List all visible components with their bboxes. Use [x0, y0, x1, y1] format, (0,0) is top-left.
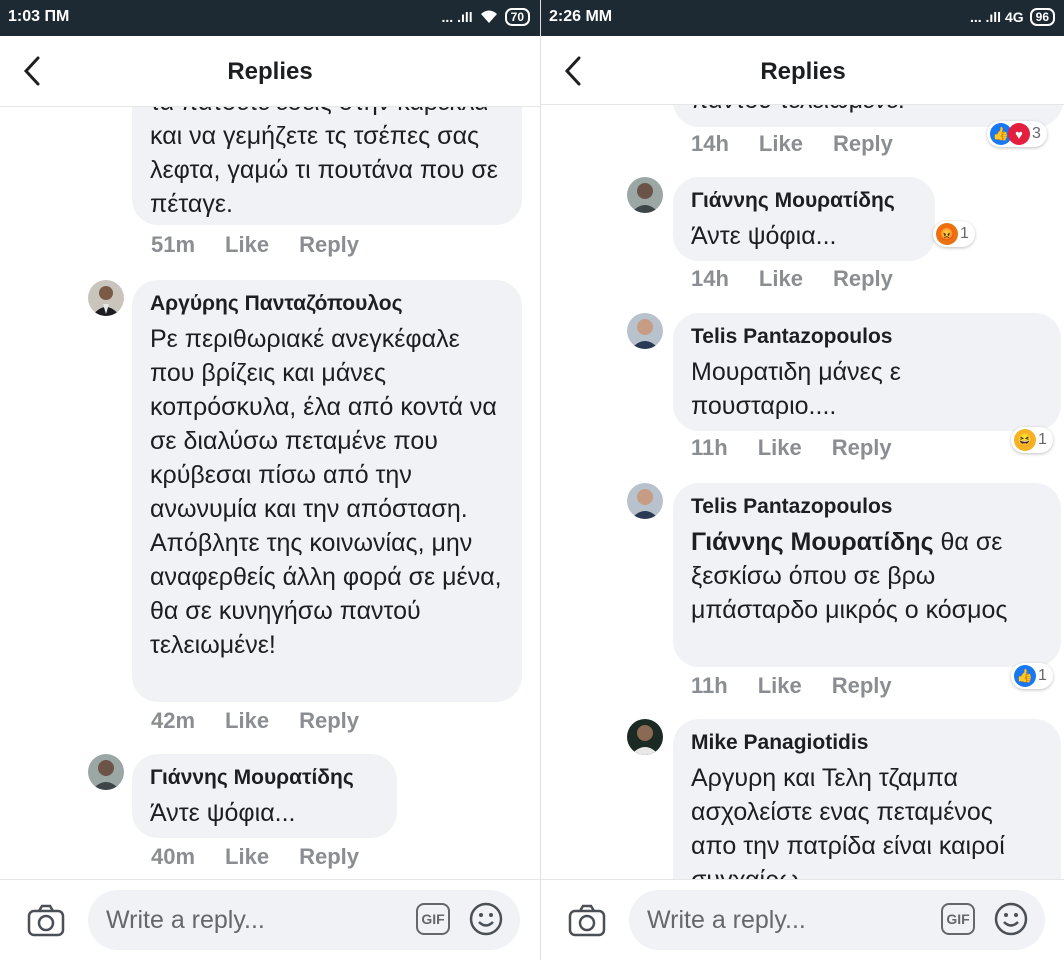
comment-time: 51m [151, 232, 196, 257]
comment-time: 14h [691, 131, 729, 156]
comment-text: τα πάτσετε εσείς στην καρέκλα και να γεμ… [150, 107, 498, 218]
comment-bubble: Telis Pantazopoulos Γιάννης Μουρατίδης θ… [673, 483, 1061, 667]
comment-time: 42m [151, 708, 196, 733]
reply-composer: Write a reply... GIF [0, 879, 540, 960]
like-reaction-icon: 👍 [1014, 665, 1036, 687]
emoji-icon[interactable] [993, 901, 1029, 937]
comment-meta: 51m Like Reply [151, 232, 359, 258]
comment-bubble: Γιάννης Μουρατίδης Άντε ψόφια... [673, 177, 935, 261]
reaction-summary[interactable]: 😡 1 [933, 221, 975, 247]
reaction-count: 3 [1032, 125, 1041, 142]
avatar[interactable] [88, 280, 124, 316]
page-title: Replies [760, 58, 846, 85]
status-bar: 1:03 ΠΜ ... .ıll 70 [0, 0, 540, 36]
reply-input[interactable]: Write a reply... GIF [88, 890, 520, 950]
reaction-count: 1 [1038, 431, 1047, 448]
comment-time: 14h [691, 266, 729, 291]
reaction-summary[interactable]: 👍 ♥ 3 [987, 121, 1047, 147]
reply-link[interactable]: Reply [833, 131, 893, 157]
like-link[interactable]: Like [225, 844, 269, 870]
comment-meta: 11h Like Reply [691, 673, 892, 699]
status-time: 1:03 ΠΜ [8, 8, 70, 25]
reaction-summary[interactable]: 👍 1 [1011, 663, 1053, 689]
reply-link[interactable]: Reply [299, 708, 359, 734]
reaction-count: 1 [1038, 667, 1047, 684]
like-link[interactable]: Like [225, 232, 269, 258]
reaction-count: 1 [960, 225, 969, 242]
comment-bubble: Telis Pantazopoulos Μουρατιδη μάνες ε πο… [673, 313, 1061, 431]
avatar[interactable] [627, 719, 663, 755]
comment-author[interactable]: Γιάννης Μουρατίδης [691, 189, 917, 213]
comment-text: Άντε ψόφια... [150, 799, 296, 827]
header: Replies [0, 36, 540, 107]
reply-link[interactable]: Reply [832, 673, 892, 699]
comment-meta: 40m Like Reply [151, 844, 359, 870]
comment-author[interactable]: Telis Pantazopoulos [691, 495, 1043, 519]
comment-text: Ρε περιθωριακέ ανεγκέφαλε που βρίζεις κα… [150, 325, 502, 659]
comment-time: 40m [151, 844, 196, 869]
comment-meta: 11h Like Reply [691, 435, 892, 461]
battery-icon: 70 [504, 8, 530, 26]
avatar[interactable] [627, 483, 663, 519]
status-icons: ... .ıll 70 [442, 8, 530, 26]
replies-list[interactable]: παντού τελειωμένε! 14h Like Reply 👍 ♥ 3 … [541, 105, 1064, 880]
avatar[interactable] [627, 177, 663, 213]
reaction-summary[interactable]: 😆 1 [1011, 427, 1053, 453]
avatar[interactable] [627, 313, 663, 349]
love-reaction-icon: ♥ [1008, 123, 1030, 145]
emoji-icon[interactable] [468, 901, 504, 937]
comment-author[interactable]: Αργύρης Πανταζόπουλος [150, 292, 504, 316]
like-link[interactable]: Like [759, 131, 803, 157]
status-bar: 2:26 ΜΜ ... .ıll 4G 96 [541, 0, 1064, 36]
header: Replies [541, 36, 1064, 105]
comment-author[interactable]: Γιάννης Μουρατίδης [150, 766, 379, 790]
mention-link[interactable]: Γιάννης Μουρατίδης [691, 528, 934, 556]
reply-link[interactable]: Reply [833, 266, 893, 292]
battery-icon: 96 [1029, 8, 1055, 26]
left-screenshot: 1:03 ΠΜ ... .ıll 70 Replies τα πάτσετε ε… [0, 0, 540, 960]
status-time: 2:26 ΜΜ [549, 8, 613, 25]
reply-link[interactable]: Reply [299, 844, 359, 870]
comment-meta: 14h Like Reply [691, 266, 893, 292]
gif-button[interactable]: GIF [416, 903, 450, 935]
like-link[interactable]: Like [758, 673, 802, 699]
comment-author[interactable]: Mike Panagiotidis [691, 731, 1043, 755]
avatar[interactable] [88, 754, 124, 790]
wifi-icon [480, 10, 497, 23]
comment-time: 11h [691, 435, 728, 460]
gif-button[interactable]: GIF [941, 903, 975, 935]
camera-icon[interactable] [26, 902, 66, 938]
comment-text: Μουρατιδη μάνες ε πουσταριο.... [691, 358, 901, 420]
angry-reaction-icon: 😡 [936, 223, 958, 245]
right-screenshot: 2:26 ΜΜ ... .ıll 4G 96 Replies παντού τε… [540, 0, 1064, 960]
reply-composer: Write a reply... GIF [541, 879, 1064, 960]
comment-author[interactable]: Telis Pantazopoulos [691, 325, 1043, 349]
signal-icon: ... .ıll 4G [969, 9, 1024, 25]
comment-bubble: Mike Panagiotidis Αργυρη και Τελη τζαμπα… [673, 719, 1061, 880]
replies-list[interactable]: τα πάτσετε εσείς στην καρέκλα και να γεμ… [0, 107, 540, 880]
comment-meta: 14h Like Reply [691, 131, 893, 157]
comment-text: παντού τελειωμένε! [691, 105, 1045, 117]
comment-text: Γιάννης Μουρατίδης θα σε ξεσκίσω όπου σε… [691, 525, 1043, 627]
reply-input[interactable]: Write a reply... GIF [629, 890, 1045, 950]
reply-link[interactable]: Reply [299, 232, 359, 258]
comment-meta: 42m Like Reply [151, 708, 359, 734]
page-title: Replies [227, 58, 313, 85]
comment-text: Άντε ψόφια... [691, 222, 837, 250]
comment-bubble: Αργύρης Πανταζόπουλος Ρε περιθωριακέ ανε… [132, 280, 522, 702]
camera-icon[interactable] [567, 902, 607, 938]
comment-bubble: Γιάννης Μουρατίδης Άντε ψόφια... [132, 754, 397, 838]
reply-link[interactable]: Reply [832, 435, 892, 461]
like-link[interactable]: Like [225, 708, 269, 734]
haha-reaction-icon: 😆 [1014, 429, 1036, 451]
status-icons: ... .ıll 4G 96 [970, 8, 1055, 26]
comment-text: Αργυρη και Τελη τζαμπα ασχολείστε ενας π… [691, 764, 1005, 880]
signal-icon: ... .ıll [441, 9, 473, 25]
like-link[interactable]: Like [758, 435, 802, 461]
like-link[interactable]: Like [759, 266, 803, 292]
comment-time: 11h [691, 673, 728, 698]
comment-bubble: τα πάτσετε εσείς στην καρέκλα και να γεμ… [132, 107, 522, 225]
